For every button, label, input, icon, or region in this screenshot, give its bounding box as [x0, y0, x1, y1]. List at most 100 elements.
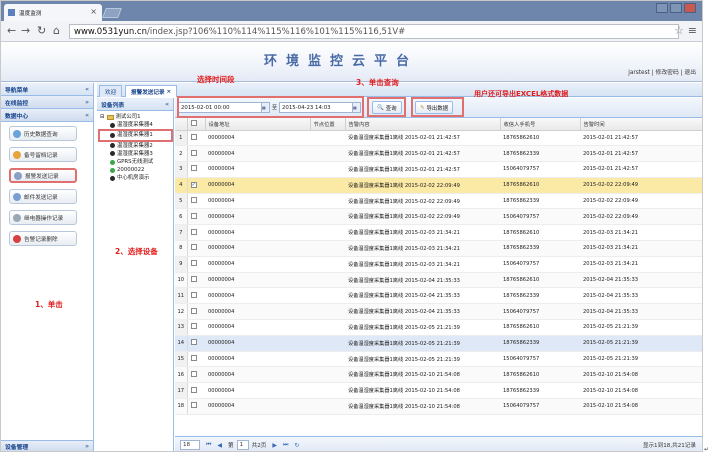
table-row[interactable]: 6 00000004 设备温湿度采集器1离线 2015-02-02 22:09:49…	[175, 208, 702, 226]
table-row[interactable]: 11 00000004 设备温湿度采集器1离线 2015-02-04 21:35:3…	[175, 287, 702, 305]
next-page-icon[interactable]: ▶	[272, 442, 277, 449]
checkbox[interactable]	[190, 291, 197, 298]
forward-arrow-icon[interactable]: →	[21, 24, 30, 38]
checkbox[interactable]	[190, 307, 197, 314]
close-tab-icon[interactable]: ×	[167, 89, 172, 95]
tree-node[interactable]: 温湿度采集器4	[100, 121, 173, 129]
url-input[interactable]: www.0531yun.cn/index.jsp?106%110%114%115…	[69, 24, 679, 39]
table-row[interactable]: 1 00000004 设备温湿度采集器1离线 2015-02-01 21:42:57…	[175, 130, 702, 147]
row-checkbox[interactable]	[187, 193, 205, 210]
minimize-icon[interactable]	[656, 3, 668, 13]
tree-root[interactable]: ⊟ 测试公司1	[100, 113, 173, 121]
row-checkbox[interactable]	[187, 161, 205, 178]
page-size-select[interactable]: 18	[180, 440, 200, 450]
checkbox[interactable]	[190, 133, 197, 140]
checkbox[interactable]	[190, 212, 197, 219]
collapse-icon[interactable]: «	[165, 101, 169, 108]
prev-page-icon[interactable]: ◀	[217, 442, 222, 449]
end-date-input[interactable]: 2015-04-23 14:03 ▦	[279, 102, 361, 113]
accordion-online-monitor[interactable]: 在线监控 »	[1, 96, 93, 109]
refresh-icon[interactable]: ↻	[294, 442, 299, 449]
row-checkbox[interactable]	[187, 240, 205, 257]
table-row[interactable]: 5 00000004 设备温湿度采集器1离线 2015-02-02 22:09:49…	[175, 193, 702, 210]
checkbox[interactable]	[190, 149, 197, 156]
row-checkbox[interactable]	[187, 335, 205, 352]
record-archive-button[interactable]: 备号留档记录	[9, 147, 77, 162]
checkbox[interactable]	[190, 355, 197, 362]
history-query-button[interactable]: 历史数据查询	[9, 126, 77, 141]
checkbox[interactable]	[190, 244, 197, 251]
checkbox[interactable]	[190, 276, 197, 283]
close-window-icon[interactable]	[684, 3, 696, 13]
browser-tab[interactable]: 温度监测 ×	[4, 4, 102, 21]
collapse-icon[interactable]: «	[85, 86, 89, 93]
header-node-position[interactable]: 节点位置	[310, 118, 346, 131]
query-button[interactable]: 🔍 查询	[372, 101, 402, 114]
checkbox[interactable]: ✓	[190, 182, 197, 189]
new-tab-button[interactable]	[102, 8, 122, 18]
table-row[interactable]: 2 00000004 设备温湿度采集器1离线 2015-02-01 21:42:57…	[175, 145, 702, 163]
tab-welcome[interactable]: 欢迎	[99, 85, 123, 97]
page-number-input[interactable]: 1	[236, 440, 249, 450]
logout-link[interactable]: 退出	[684, 70, 696, 76]
alarm-record-delete-button[interactable]: 告警记录删除	[9, 231, 77, 246]
tree-node-selected[interactable]: 温湿度采集器1	[98, 129, 173, 142]
header-alarm-time[interactable]: 告警时间	[580, 118, 702, 131]
table-row[interactable]: 3 00000004 设备温湿度采集器1离线 2015-02-01 21:42:57…	[175, 161, 702, 178]
checkbox[interactable]	[190, 260, 197, 267]
table-row[interactable]: 8 00000004 设备温湿度采集器1离线 2015-02-03 21:34:21…	[175, 240, 702, 257]
row-checkbox[interactable]	[187, 208, 205, 226]
table-row[interactable]: 14 00000004 设备温湿度采集器1离线 2015-02-05 21:21:3…	[175, 335, 702, 352]
reload-icon[interactable]: ↻	[37, 24, 46, 38]
table-row[interactable]: 12 00000004 设备温湿度采集器1离线 2015-02-04 21:35:3…	[175, 303, 702, 321]
table-row[interactable]: 9 00000004 设备温湿度采集器1离线 2015-02-03 21:34:21…	[175, 256, 702, 273]
table-row[interactable]: 17 00000004 设备温湿度采集器1离线 2015-02-10 21:54:0…	[175, 382, 702, 400]
checkbox[interactable]	[190, 323, 197, 330]
table-row[interactable]: 10 00000004 设备温湿度采集器1离线 2015-02-04 21:35:3…	[175, 272, 702, 289]
calendar-icon[interactable]: ▦	[261, 103, 269, 112]
row-checkbox[interactable]	[187, 366, 205, 384]
select-all-checkbox[interactable]	[190, 119, 197, 126]
accordion-device-management[interactable]: 设备管理 »	[1, 440, 93, 451]
row-checkbox[interactable]	[187, 272, 205, 289]
tree-node[interactable]: 温湿度采集器3	[100, 150, 173, 158]
close-tab-icon[interactable]: ×	[90, 7, 97, 16]
last-page-icon[interactable]: ⏭	[283, 441, 288, 449]
checkbox[interactable]	[190, 197, 197, 204]
row-checkbox[interactable]	[187, 351, 205, 368]
alarm-send-record-button[interactable]: 报警发送记录	[9, 168, 77, 183]
menu-icon[interactable]: ≡	[688, 24, 697, 37]
checkbox[interactable]	[190, 165, 197, 172]
checkbox[interactable]	[190, 228, 197, 235]
start-date-input[interactable]: 2015-02-01 00:00 ▦	[178, 102, 270, 113]
back-arrow-icon[interactable]: ←	[7, 24, 16, 38]
home-icon[interactable]: ⌂	[53, 24, 60, 38]
table-row[interactable]: 13 00000004 设备温湿度采集器1离线 2015-02-05 21:21:3…	[175, 319, 702, 336]
row-checkbox[interactable]	[187, 319, 205, 336]
row-checkbox[interactable]	[187, 382, 205, 400]
bookmark-star-icon[interactable]: ☆	[674, 24, 684, 37]
header-alarm-content[interactable]: 告警内容	[345, 118, 501, 131]
table-row[interactable]: 18 00000004 设备温湿度采集器1离线 2015-02-10 21:54:0…	[175, 398, 702, 415]
tree-node[interactable]: 中心机房演示	[100, 174, 173, 182]
row-checkbox[interactable]: ✓	[187, 177, 205, 194]
change-password-link[interactable]: 修改密码	[656, 70, 679, 76]
header-device-address[interactable]: 设备地址	[205, 118, 311, 131]
calendar-icon[interactable]: ▦	[352, 103, 360, 112]
export-button[interactable]: ✎ 导出数据	[415, 101, 454, 114]
first-page-icon[interactable]: ⏮	[206, 441, 211, 449]
table-row[interactable]: 15 00000004 设备温湿度采集器1离线 2015-02-05 21:21:3…	[175, 351, 702, 368]
table-row[interactable]: 16 00000004 设备温湿度采集器1离线 2015-02-10 21:54:0…	[175, 366, 702, 384]
row-checkbox[interactable]	[187, 398, 205, 415]
tab-alarm-send-record[interactable]: 报警发送记录 ×	[125, 85, 178, 97]
tree-node[interactable]: GPRS无线测试	[100, 158, 173, 166]
checkbox[interactable]	[190, 386, 197, 393]
checkbox[interactable]	[190, 370, 197, 377]
mail-send-record-button[interactable]: 邮件发送记录	[9, 189, 77, 204]
row-checkbox[interactable]	[187, 130, 205, 147]
table-row[interactable]: 7 00000004 设备温湿度采集器1离线 2015-02-03 21:34:21…	[175, 224, 702, 242]
checkbox[interactable]	[190, 339, 197, 346]
accordion-data-center[interactable]: 数据中心 «	[1, 109, 93, 122]
header-receiver-phone[interactable]: 收信人手机号	[500, 118, 581, 131]
table-row[interactable]: 4 ✓ 00000004 设备温湿度采集器1离线 2015-02-02 22:09:4…	[175, 177, 702, 194]
